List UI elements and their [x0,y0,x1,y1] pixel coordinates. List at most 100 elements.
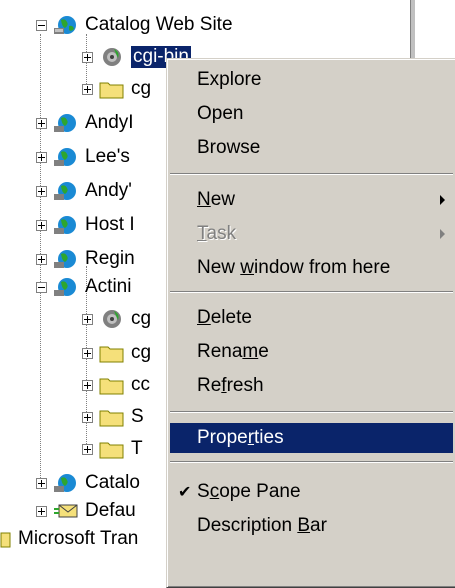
access-key: D [197,307,211,328]
expand-toggle[interactable] [82,51,93,63]
tree-node[interactable]: cc [82,368,150,402]
tree-node[interactable]: Host I [36,208,135,242]
tree-node-label: cg [131,78,152,99]
folder-icon [99,78,125,100]
expand-toggle[interactable] [82,443,93,455]
expand-toggle[interactable] [82,379,93,391]
gear-globe-icon [99,46,125,68]
access-key: m [242,341,259,362]
menu-item-label: Rename [197,341,269,363]
tree-node-label: Actini [85,276,132,297]
label-part: Re [197,375,222,396]
label-part: resh [226,375,264,396]
tree-node-label: cg [131,342,152,363]
expand-toggle[interactable] [36,185,47,197]
folder-icon [99,374,125,396]
tree-node-label: Catalo [85,472,140,493]
label-part: ope Pane [219,481,301,502]
menu-item-browse[interactable]: Browse [170,133,453,163]
menu-item-scope-pane[interactable]: ✔ Scope Pane [170,477,453,507]
menu-item-label: Properties [197,427,284,449]
label-part: indow from here [254,257,391,278]
expand-toggle[interactable] [36,151,47,163]
menu-item-label: Open [197,103,244,124]
collapse-toggle[interactable] [36,19,47,31]
label-part: ask [206,223,237,244]
tree-node[interactable]: cg [82,336,151,370]
expand-toggle[interactable] [82,347,93,359]
tree-node[interactable]: AndyI [36,106,134,140]
globe-icon [53,112,79,134]
tree-node-label: AndyI [85,112,134,133]
mail-icon [53,500,79,522]
menu-item-label: New window from here [197,257,390,279]
expand-toggle[interactable] [36,505,47,517]
menu-item-label: Refresh [197,375,264,397]
tree-node[interactable]: cg [82,72,151,106]
tree-node[interactable]: cg [82,302,151,336]
label-part: Rena [197,341,243,362]
label-part: e [258,341,269,362]
context-menu: Explore Open Browse New Task New window … [166,58,455,588]
access-key: w [240,257,255,278]
tree-node-label: Andy' [85,180,132,201]
menu-item-rename[interactable]: Rename [170,337,453,367]
tree-node[interactable]: T [82,432,143,466]
tree-node-label: S [131,406,144,427]
globe-icon [53,276,79,298]
menu-separator [170,173,453,175]
menu-item-explore[interactable]: Explore [170,65,453,95]
expand-toggle[interactable] [82,313,93,325]
menu-separator [170,291,453,293]
expand-toggle[interactable] [82,83,93,95]
globe-icon [53,14,79,36]
menu-item-task: Task [170,219,453,249]
menu-item-delete[interactable]: Delete [170,303,453,333]
menu-item-label: Scope Pane [197,481,301,503]
globe-icon [53,180,79,202]
label-part: ties [254,427,284,448]
label-part: Description [197,515,298,536]
submenu-arrow-icon [440,229,445,239]
globe-icon [53,146,79,168]
label-part: New [197,257,241,278]
tree-node-label: Catalog Web Site [85,14,233,35]
tree-node-label: Microsoft Tran [18,528,139,549]
label-part: ew [210,189,236,210]
menu-item-open[interactable]: Open [170,99,453,129]
label-part: Prope [197,427,248,448]
tree-node-label: Defau [85,500,136,521]
tree-node[interactable]: Andy' [36,174,132,208]
tree-node-catalog-web-site[interactable]: Catalog Web Site [36,8,233,42]
menu-item-label: New [197,189,235,211]
expand-toggle[interactable] [36,117,47,129]
tree-node[interactable]: Actini [36,270,131,304]
gear-globe-icon [99,308,125,330]
menu-item-label: Delete [197,307,252,329]
menu-item-new[interactable]: New [170,185,453,215]
expand-toggle[interactable] [36,477,47,489]
globe-icon [53,214,79,236]
folder-icon [99,438,125,460]
tree-node-label: cc [131,374,150,395]
menu-item-label: Description Bar [197,515,327,537]
expand-toggle[interactable] [82,411,93,423]
folder-icon [99,406,125,428]
globe-icon [53,472,79,494]
menu-item-label: Explore [197,69,262,90]
menu-item-new-window[interactable]: New window from here [170,253,453,283]
label-part: S [197,481,210,502]
menu-item-refresh[interactable]: Refresh [170,371,453,401]
tree-node-label: cg [131,308,152,329]
menu-item-description-bar[interactable]: Description Bar [170,511,453,541]
menu-item-label: Browse [197,137,261,158]
tree-node[interactable]: Microsoft Tran [0,522,138,556]
expand-toggle[interactable] [36,253,47,265]
collapse-toggle[interactable] [36,281,47,293]
expand-toggle[interactable] [36,219,47,231]
tree-node[interactable]: S [82,400,144,434]
tree-node[interactable]: Lee's [36,140,130,174]
access-key: T [197,223,207,244]
tree-node-label: Host I [85,214,135,235]
menu-item-properties[interactable]: Properties [170,423,453,453]
